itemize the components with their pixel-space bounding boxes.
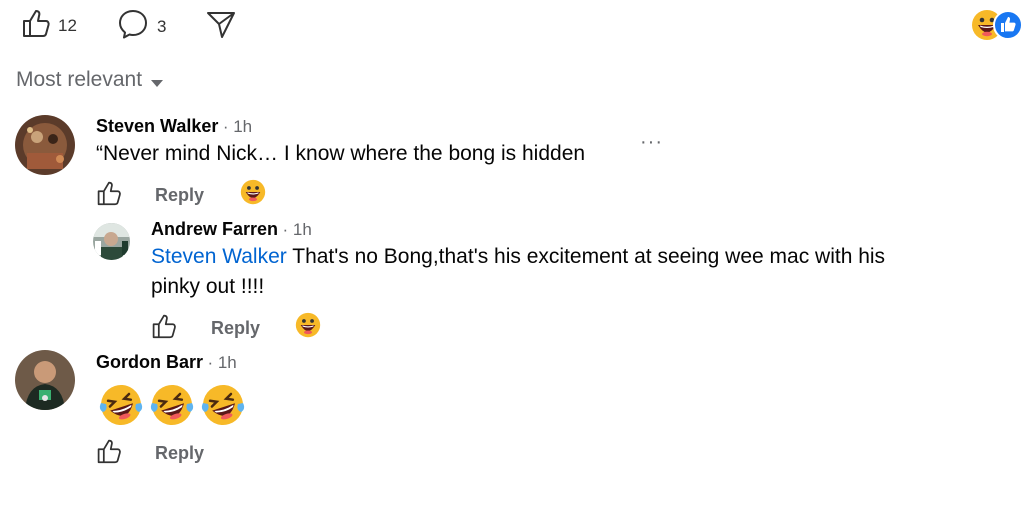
sort-selector[interactable]: Most relevant [16,66,164,94]
comment-text-line2: pinky out !!!! [151,275,265,298]
laughing-crying-emoji-icon [199,381,247,432]
laughing-crying-emoji-icon [97,381,145,432]
comment-header: Steven Walker · 1h [96,116,252,137]
avatar[interactable] [15,115,75,175]
comment-count: 3 [157,16,167,36]
avatar[interactable] [15,350,75,410]
comment-text-line1: That's no Bong,that's his excitement at … [286,245,886,268]
comment-action[interactable]: 3 [117,8,166,45]
grin-emoji-icon[interactable] [240,179,266,210]
comment-text: Steven Walker That's no Bong,that's his … [151,242,951,302]
mention-link[interactable]: Steven Walker [151,245,287,268]
more-options-icon[interactable]: ··· [640,131,663,154]
share-icon [205,8,237,45]
comment-icon [117,8,149,45]
timestamp[interactable]: · 1h [223,117,252,136]
timestamp[interactable]: · 1h [207,353,236,372]
comment-actions: Reply [96,180,204,211]
comment-text: “Never mind Nick… I know where the bong … [96,142,586,165]
author-name[interactable]: Gordon Barr [96,352,203,372]
reply-button[interactable]: Reply [155,185,204,206]
reply-button[interactable]: Reply [155,443,204,464]
comment-header: Andrew Farren · 1h [151,219,312,240]
comment-actions: Reply [151,313,260,344]
like-icon [22,8,50,43]
reaction-summary[interactable] [971,9,1023,41]
comment-actions: Reply [96,438,204,469]
like-count: 12 [58,15,77,35]
share-action[interactable] [205,8,237,45]
avatar[interactable] [93,223,130,260]
like-action[interactable]: 12 [22,8,77,43]
like-reaction-icon [993,10,1023,45]
timestamp[interactable]: · 1h [282,220,311,239]
grin-emoji-icon[interactable] [295,312,321,343]
sort-label: Most relevant [16,68,143,91]
laughing-crying-emoji-icon [148,381,196,432]
author-name[interactable]: Andrew Farren [151,219,278,239]
post-actions-bar: 12 3 [0,0,1027,52]
author-name[interactable]: Steven Walker [96,116,218,136]
comment-emojis [97,381,247,432]
reply-button[interactable]: Reply [211,318,260,339]
like-icon[interactable] [96,438,122,469]
comment-header: Gordon Barr · 1h [96,352,237,373]
like-icon[interactable] [96,180,122,211]
chevron-down-icon [150,70,164,94]
like-icon[interactable] [151,313,177,344]
